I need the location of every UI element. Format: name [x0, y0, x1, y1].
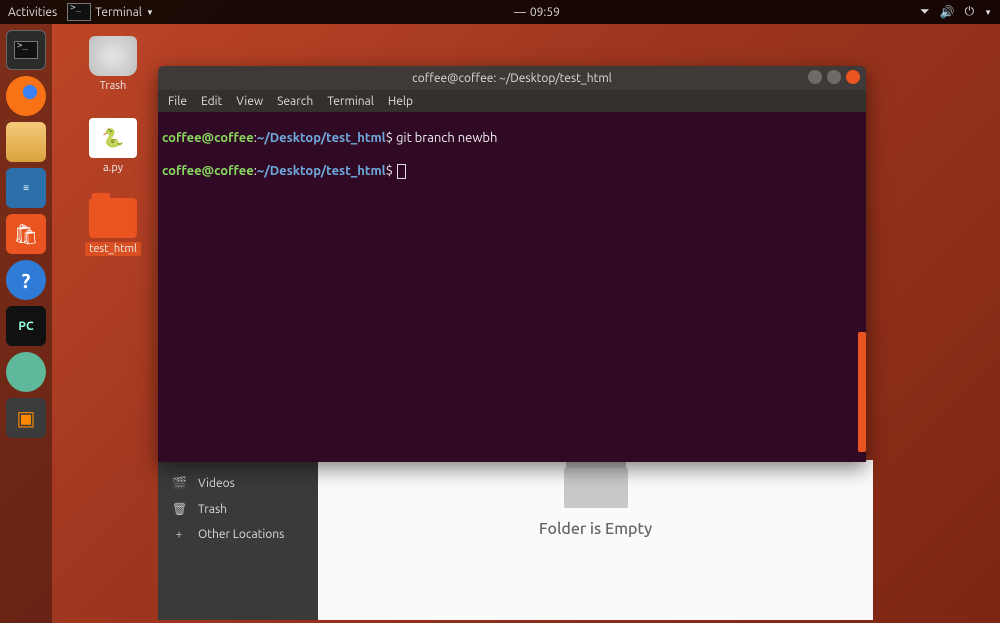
terminal-titlebar[interactable]: coffee@coffee: ~/Desktop/test_html [158, 66, 866, 90]
app-menu-label: Terminal [95, 6, 142, 19]
plus-icon: + [172, 528, 186, 541]
dock-sublime[interactable]: ▣ [6, 398, 46, 438]
menu-help[interactable]: Help [388, 95, 413, 108]
desktop-folder-label: test_html [85, 242, 141, 256]
prompt-dollar: $ [386, 131, 396, 145]
activities-label: Activities [8, 6, 57, 19]
prompt-dollar: $ [386, 164, 396, 178]
folder-empty-text: Folder is Empty [539, 520, 652, 538]
window-close-button[interactable] [846, 70, 860, 84]
chevron-down-icon: ▼ [146, 8, 154, 17]
terminal-icon [67, 3, 91, 21]
volume-icon[interactable]: 🔊 [940, 5, 955, 19]
terminal-title: coffee@coffee: ~/Desktop/test_html [412, 72, 612, 85]
dock-pycharm[interactable]: PC [6, 306, 46, 346]
empty-folder-icon [566, 460, 626, 508]
terminal-scrollbar[interactable] [858, 332, 866, 452]
sidebar-item-trash[interactable]: 🗑 Trash [158, 496, 318, 522]
dock-atom[interactable] [6, 352, 46, 392]
files-sidebar: 🎬 Videos 🗑 Trash + Other Locations [158, 460, 318, 620]
sidebar-videos-label: Videos [198, 477, 235, 490]
menu-view[interactable]: View [236, 95, 263, 108]
clock-time: 09:59 [530, 6, 560, 19]
menu-terminal[interactable]: Terminal [327, 95, 374, 108]
prompt-path: ~/Desktop/test_html [257, 164, 386, 178]
dock-firefox[interactable] [6, 76, 46, 116]
terminal-cursor [398, 165, 405, 178]
prompt-user: coffee@coffee [162, 164, 254, 178]
dock-ubuntu-software[interactable]: 🛍 [6, 214, 46, 254]
prompt-path: ~/Desktop/test_html [257, 131, 386, 145]
launcher-dock: ≡ 🛍 ? PC ▣ [0, 24, 52, 623]
sidebar-other-label: Other Locations [198, 528, 284, 541]
clock[interactable]: — 09:59 [514, 6, 560, 19]
app-menu[interactable]: Terminal ▼ [67, 3, 154, 21]
desktop-trash-label: Trash [100, 80, 127, 92]
menu-file[interactable]: File [168, 95, 187, 108]
window-minimize-button[interactable] [808, 70, 822, 84]
trash-icon: 🗑 [172, 502, 186, 516]
python-file-icon: 🐍 [89, 118, 137, 158]
clock-dash: — [514, 6, 526, 19]
network-icon[interactable]: ⏷ [920, 5, 930, 19]
files-window: 🎬 Videos 🗑 Trash + Other Locations Folde… [158, 460, 873, 620]
window-maximize-button[interactable] [827, 70, 841, 84]
terminal-body[interactable]: coffee@coffee:~/Desktop/test_html$ git b… [158, 112, 866, 462]
terminal-line: coffee@coffee:~/Desktop/test_html$ git b… [162, 114, 862, 147]
terminal-command: git branch newbh [396, 131, 498, 145]
terminal-window: coffee@coffee: ~/Desktop/test_html File … [158, 66, 866, 462]
terminal-menubar: File Edit View Search Terminal Help [158, 90, 866, 112]
dock-terminal[interactable] [6, 30, 46, 70]
menu-search[interactable]: Search [277, 95, 313, 108]
gnome-topbar: Activities Terminal ▼ — 09:59 ⏷ 🔊 ⏻ ▼ [0, 0, 1000, 24]
system-menu-chevron-icon[interactable]: ▼ [984, 8, 992, 17]
desktop-apy-label: a.py [103, 162, 123, 174]
menu-edit[interactable]: Edit [201, 95, 222, 108]
desktop-trash[interactable]: Trash [78, 36, 148, 92]
prompt-user: coffee@coffee [162, 131, 254, 145]
dock-help[interactable]: ? [6, 260, 46, 300]
dock-archive-manager[interactable] [6, 122, 46, 162]
sidebar-item-other-locations[interactable]: + Other Locations [158, 522, 318, 547]
dock-libreoffice-writer[interactable]: ≡ [6, 168, 46, 208]
power-icon[interactable]: ⏻ [965, 5, 975, 19]
sidebar-trash-label: Trash [198, 503, 227, 516]
trash-icon [89, 36, 137, 76]
sidebar-item-videos[interactable]: 🎬 Videos [158, 470, 318, 496]
folder-icon [89, 198, 137, 238]
activities-button[interactable]: Activities [8, 6, 57, 19]
files-content: Folder is Empty [318, 460, 873, 620]
desktop-file-apy[interactable]: 🐍 a.py [78, 118, 148, 174]
desktop-folder-testhtml[interactable]: test_html [78, 198, 148, 256]
videos-icon: 🎬 [172, 476, 186, 490]
terminal-icon [14, 41, 38, 59]
terminal-line: coffee@coffee:~/Desktop/test_html$ [162, 147, 862, 180]
